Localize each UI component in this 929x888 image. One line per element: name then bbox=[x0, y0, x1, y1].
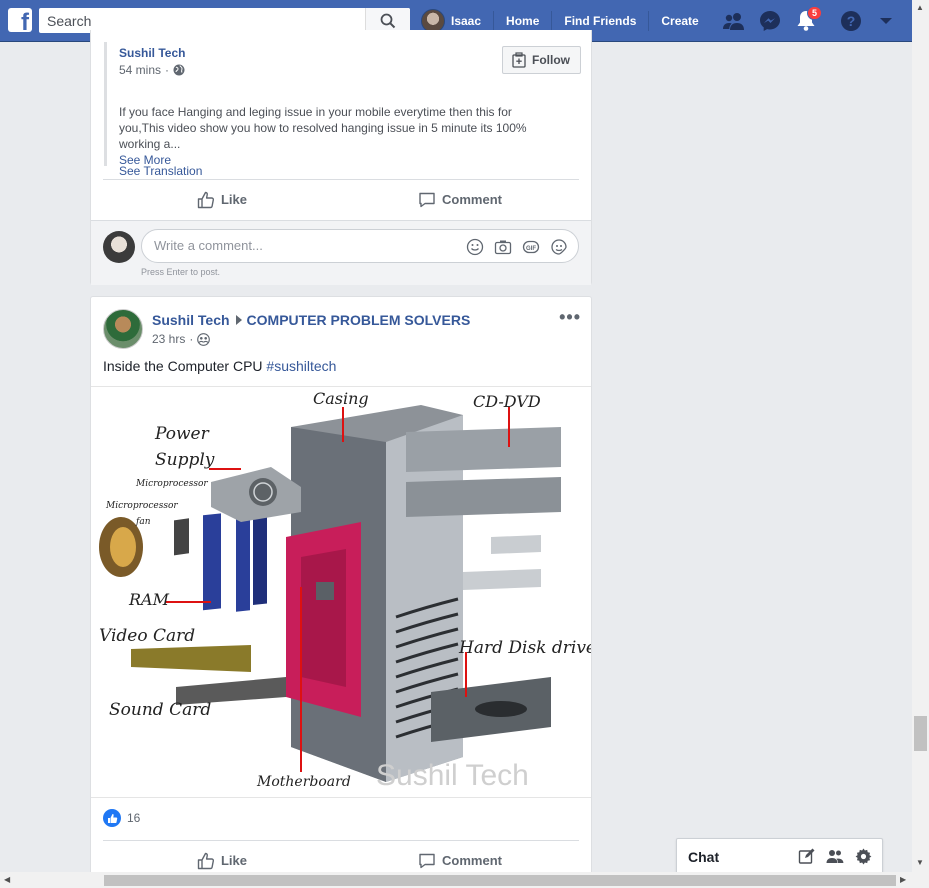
thumbs-up-icon bbox=[197, 852, 215, 869]
label-video-card: Video Card bbox=[99, 626, 195, 646]
comment-button[interactable]: Comment bbox=[341, 180, 579, 219]
comment-icon bbox=[419, 192, 435, 207]
dot-separator: · bbox=[189, 332, 194, 346]
shared-post-author[interactable]: Sushil Tech bbox=[119, 46, 185, 60]
description-text: If you face Hanging and leging issue in … bbox=[119, 105, 527, 151]
post-title: Sushil Tech COMPUTER PROBLEM SOLVERS bbox=[152, 312, 470, 328]
gear-icon[interactable] bbox=[855, 848, 872, 865]
label-cd-dvd: CD-DVD bbox=[473, 392, 541, 411]
emoji-icon[interactable] bbox=[466, 238, 484, 256]
messenger-icon[interactable] bbox=[758, 9, 782, 33]
label-ram: RAM bbox=[128, 590, 170, 609]
create-link[interactable]: Create bbox=[661, 14, 698, 28]
like-label: Like bbox=[220, 853, 247, 868]
account-menu-icon[interactable] bbox=[874, 9, 898, 33]
shared-post-preview: Sushil Tech 54 mins · Follow If you face… bbox=[104, 42, 581, 178]
follow-page-icon bbox=[512, 52, 526, 68]
horizontal-scroll-thumb[interactable] bbox=[104, 875, 896, 886]
shared-post-card: Sushil Tech 54 mins · Follow If you face… bbox=[90, 30, 592, 285]
chat-actions bbox=[798, 848, 872, 865]
search-icon bbox=[380, 13, 396, 28]
create-group-icon[interactable] bbox=[826, 848, 844, 865]
svg-text:GIF: GIF bbox=[526, 246, 536, 252]
camera-icon[interactable] bbox=[494, 238, 512, 256]
label-fan: fan bbox=[135, 517, 151, 527]
svg-text:?: ? bbox=[847, 13, 856, 29]
post-author[interactable]: Sushil Tech bbox=[152, 312, 230, 328]
shared-post-description: If you face Hanging and leging issue in … bbox=[119, 104, 559, 168]
scroll-up-arrow-icon[interactable]: ▲ bbox=[916, 3, 924, 12]
hashtag-link[interactable]: #sushiltech bbox=[266, 358, 336, 374]
post-body: Inside the Computer CPU bbox=[103, 358, 267, 374]
dot-separator: · bbox=[165, 63, 170, 77]
new-message-icon[interactable] bbox=[798, 848, 815, 865]
comment-composer: GIF Press Enter to post. bbox=[91, 220, 591, 285]
reaction-summary[interactable]: 16 bbox=[103, 809, 140, 827]
label-power: Power bbox=[154, 424, 210, 444]
like-label: Like bbox=[220, 192, 247, 207]
comment-input[interactable] bbox=[154, 238, 454, 253]
post-image[interactable]: Casing CD-DVD Power Supply Microprocesso… bbox=[91, 386, 591, 798]
group-name[interactable]: COMPUTER PROBLEM SOLVERS bbox=[247, 312, 471, 328]
group-icon bbox=[197, 332, 211, 346]
notifications-icon[interactable]: 5 bbox=[794, 6, 822, 33]
shared-post-meta: 54 mins · bbox=[119, 63, 185, 77]
post-text: Inside the Computer CPU #sushiltech bbox=[103, 358, 336, 374]
scroll-left-arrow-icon[interactable]: ◀ bbox=[4, 875, 10, 884]
chat-label: Chat bbox=[688, 849, 720, 865]
help-icon[interactable]: ? bbox=[839, 9, 863, 33]
group-post-card: Sushil Tech COMPUTER PROBLEM SOLVERS 23 … bbox=[90, 296, 592, 876]
reaction-count: 16 bbox=[127, 811, 141, 825]
label-microprocessor: Microprocessor bbox=[135, 479, 208, 489]
label-microprocessor-fan: Microprocessor bbox=[105, 501, 178, 511]
notification-badge: 5 bbox=[806, 6, 822, 20]
comment-attachments: GIF bbox=[466, 238, 568, 256]
post-action-bar: Like Comment bbox=[103, 179, 579, 219]
globe-icon bbox=[173, 64, 185, 76]
sticker-icon[interactable] bbox=[550, 238, 568, 256]
find-friends-link[interactable]: Find Friends bbox=[564, 14, 636, 28]
triangle-right-icon bbox=[235, 315, 242, 325]
friend-requests-icon[interactable] bbox=[722, 9, 746, 33]
see-translation-link[interactable]: See Translation bbox=[119, 164, 202, 178]
vertical-scrollbar[interactable]: ▲ ▼ bbox=[912, 0, 929, 872]
horizontal-scrollbar[interactable]: ◀ ▶ bbox=[0, 872, 929, 888]
follow-label: Follow bbox=[532, 53, 570, 67]
divider bbox=[493, 11, 495, 31]
watermark: Sushil Tech bbox=[376, 759, 529, 792]
post-meta: 23 hrs · bbox=[152, 332, 211, 346]
divider bbox=[551, 11, 553, 31]
post-timestamp[interactable]: 23 hrs bbox=[152, 332, 185, 346]
vertical-scroll-thumb[interactable] bbox=[914, 716, 927, 751]
home-link[interactable]: Home bbox=[506, 14, 539, 28]
label-motherboard: Motherboard bbox=[256, 774, 351, 790]
comment-input-box: GIF bbox=[141, 229, 579, 263]
commenter-avatar[interactable] bbox=[103, 231, 135, 263]
label-supply: Supply bbox=[155, 450, 215, 470]
gif-icon[interactable]: GIF bbox=[522, 238, 540, 256]
comment-icon bbox=[419, 853, 435, 868]
label-casing: Casing bbox=[313, 389, 369, 408]
divider bbox=[648, 11, 650, 31]
post-options-icon[interactable]: ••• bbox=[559, 307, 581, 328]
author-avatar[interactable] bbox=[103, 309, 143, 349]
chat-bar[interactable]: Chat bbox=[676, 838, 883, 872]
label-hard-disk: Hard Disk drive bbox=[458, 638, 591, 658]
like-reaction-icon bbox=[103, 809, 121, 827]
cpu-diagram-image: Casing CD-DVD Power Supply Microprocesso… bbox=[99, 389, 591, 792]
post-timestamp[interactable]: 54 mins bbox=[119, 63, 161, 77]
facebook-logo[interactable]: f bbox=[8, 8, 32, 32]
scroll-right-arrow-icon[interactable]: ▶ bbox=[900, 875, 906, 884]
profile-link[interactable]: Isaac bbox=[451, 14, 481, 28]
follow-button[interactable]: Follow bbox=[502, 46, 581, 74]
scroll-down-arrow-icon[interactable]: ▼ bbox=[916, 858, 924, 867]
like-button[interactable]: Like bbox=[103, 180, 341, 219]
comment-label: Comment bbox=[442, 853, 502, 868]
label-sound-card: Sound Card bbox=[109, 700, 211, 720]
comment-label: Comment bbox=[442, 192, 502, 207]
press-enter-hint: Press Enter to post. bbox=[141, 267, 221, 277]
thumbs-up-icon bbox=[197, 191, 215, 208]
